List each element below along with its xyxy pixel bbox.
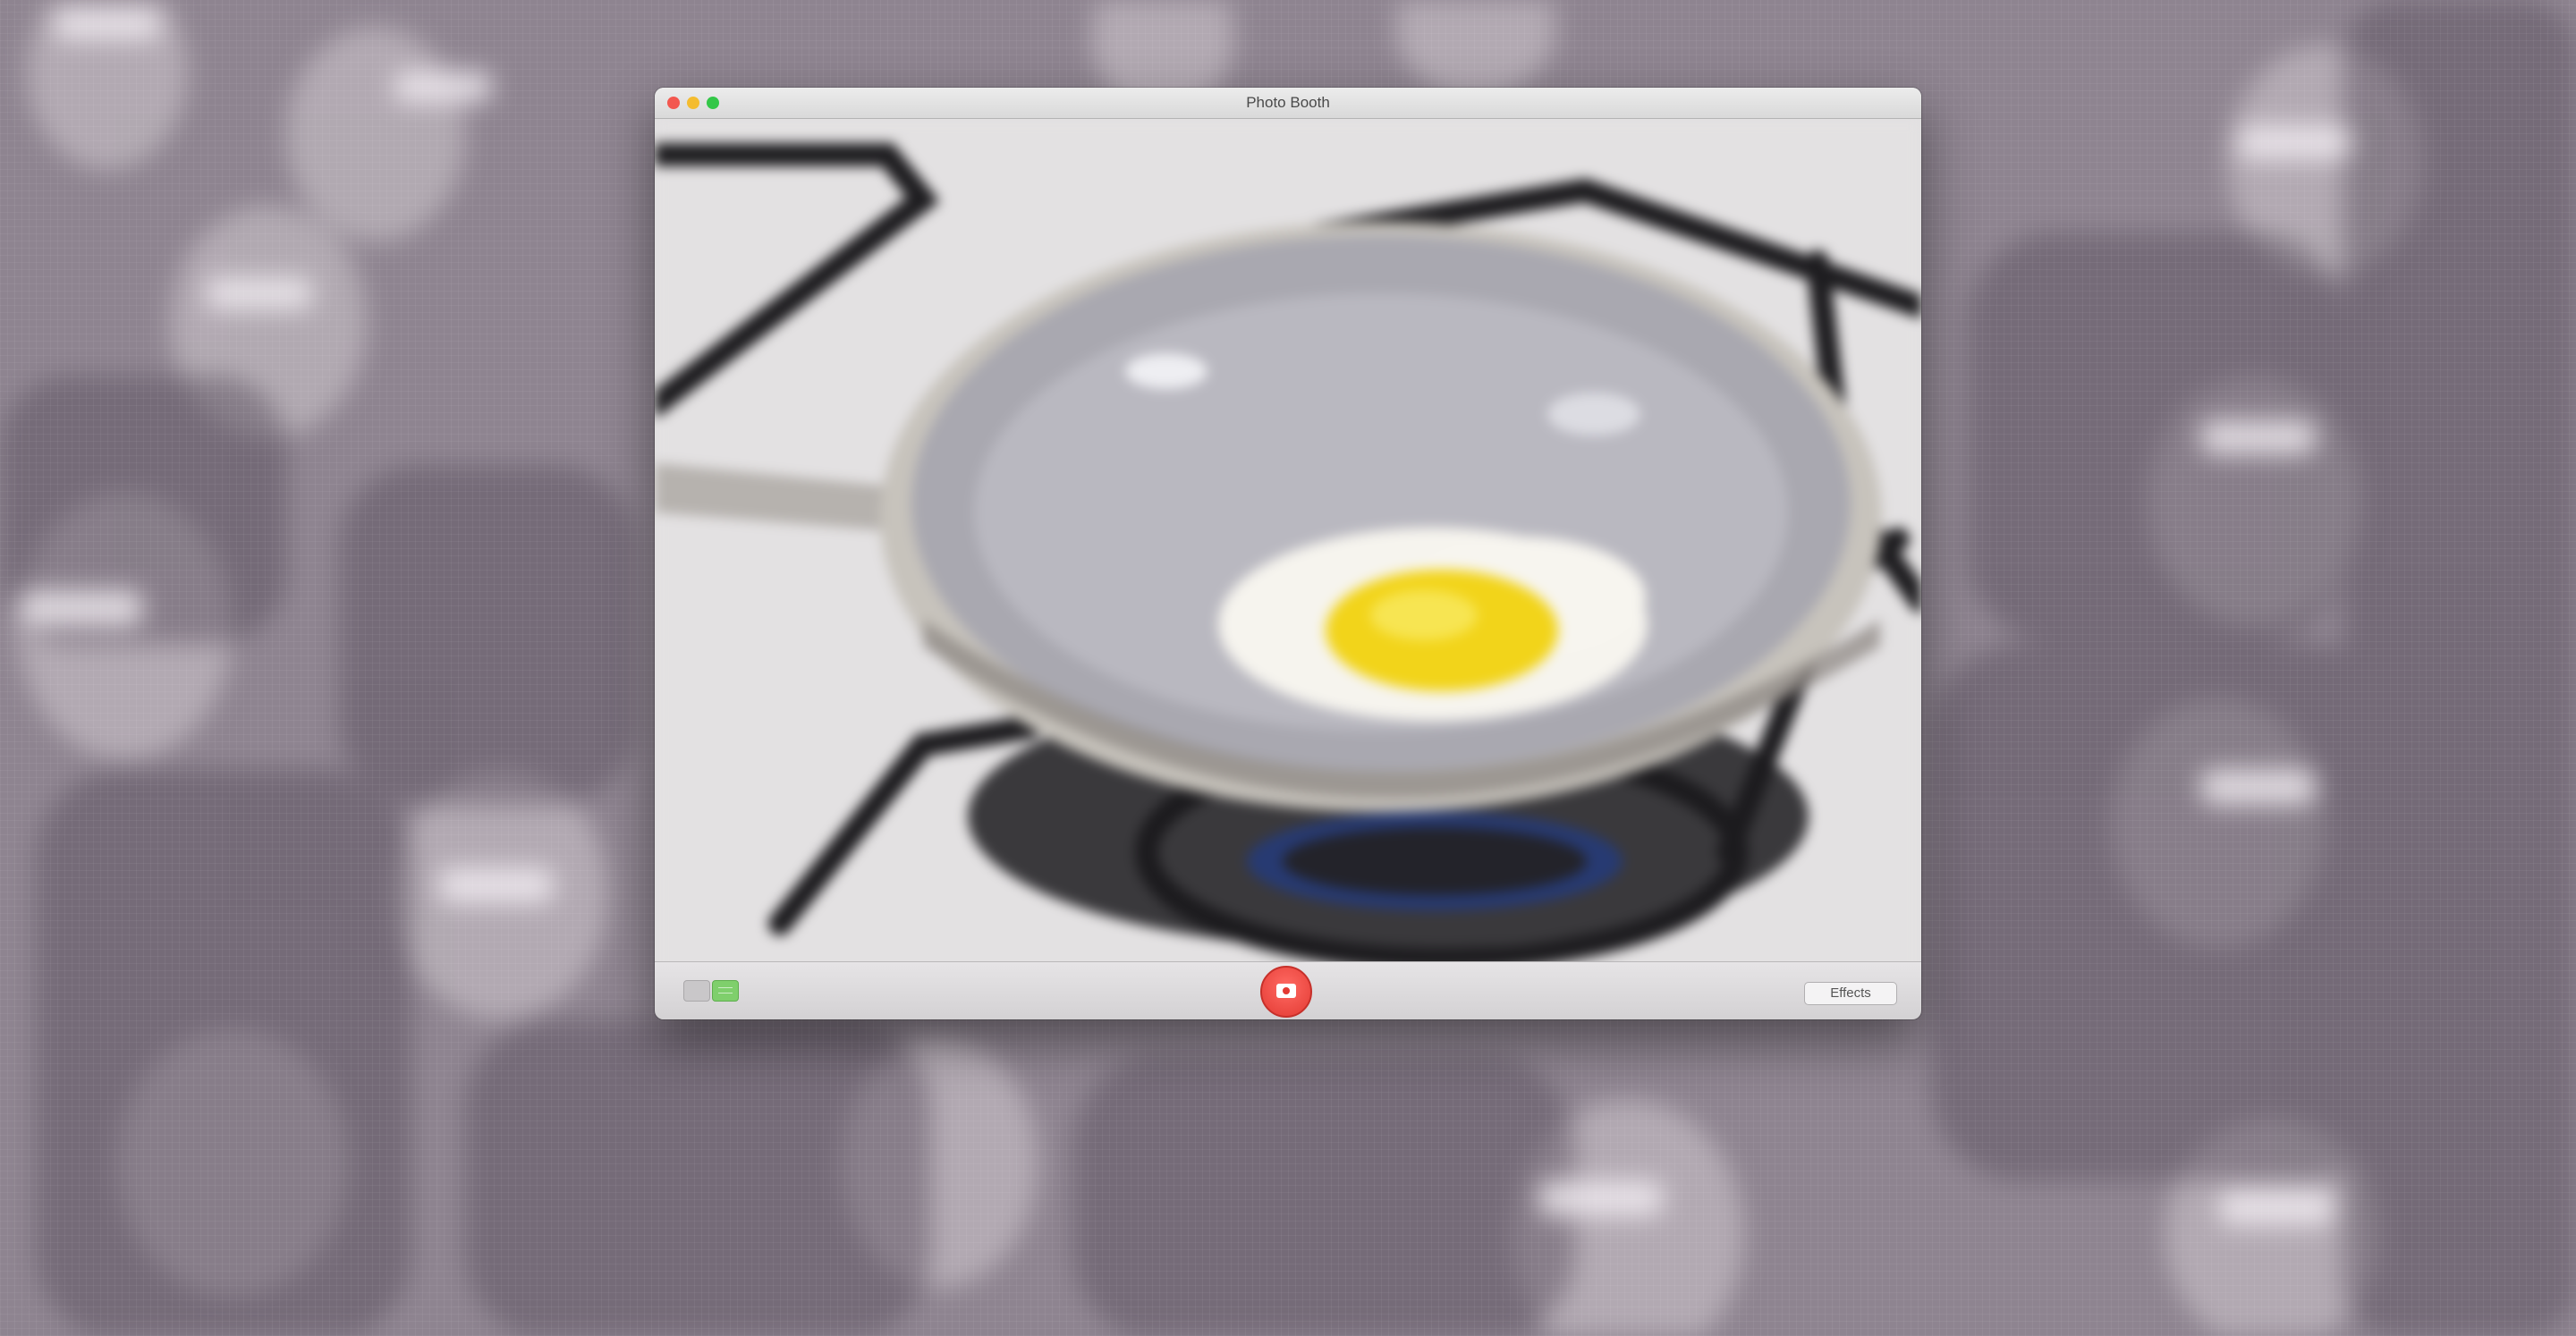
four-up-mode-icon[interactable] — [712, 980, 739, 1002]
effects-button[interactable]: Effects — [1804, 982, 1897, 1005]
single-photo-mode-icon[interactable] — [683, 980, 710, 1002]
window-titlebar[interactable]: Photo Booth — [655, 88, 1921, 119]
toolbar-region: Effects — [655, 961, 1921, 1019]
photo-booth-toolbar: Effects — [655, 961, 1921, 1019]
camera-preview — [655, 119, 1921, 977]
window-title: Photo Booth — [1246, 94, 1330, 111]
camera-shutter-icon — [1276, 984, 1296, 998]
shutter-button[interactable] — [1260, 966, 1312, 1018]
photo-booth-window[interactable]: Photo Booth — [655, 88, 1921, 1019]
frying-pan-egg-preview — [655, 119, 1921, 977]
